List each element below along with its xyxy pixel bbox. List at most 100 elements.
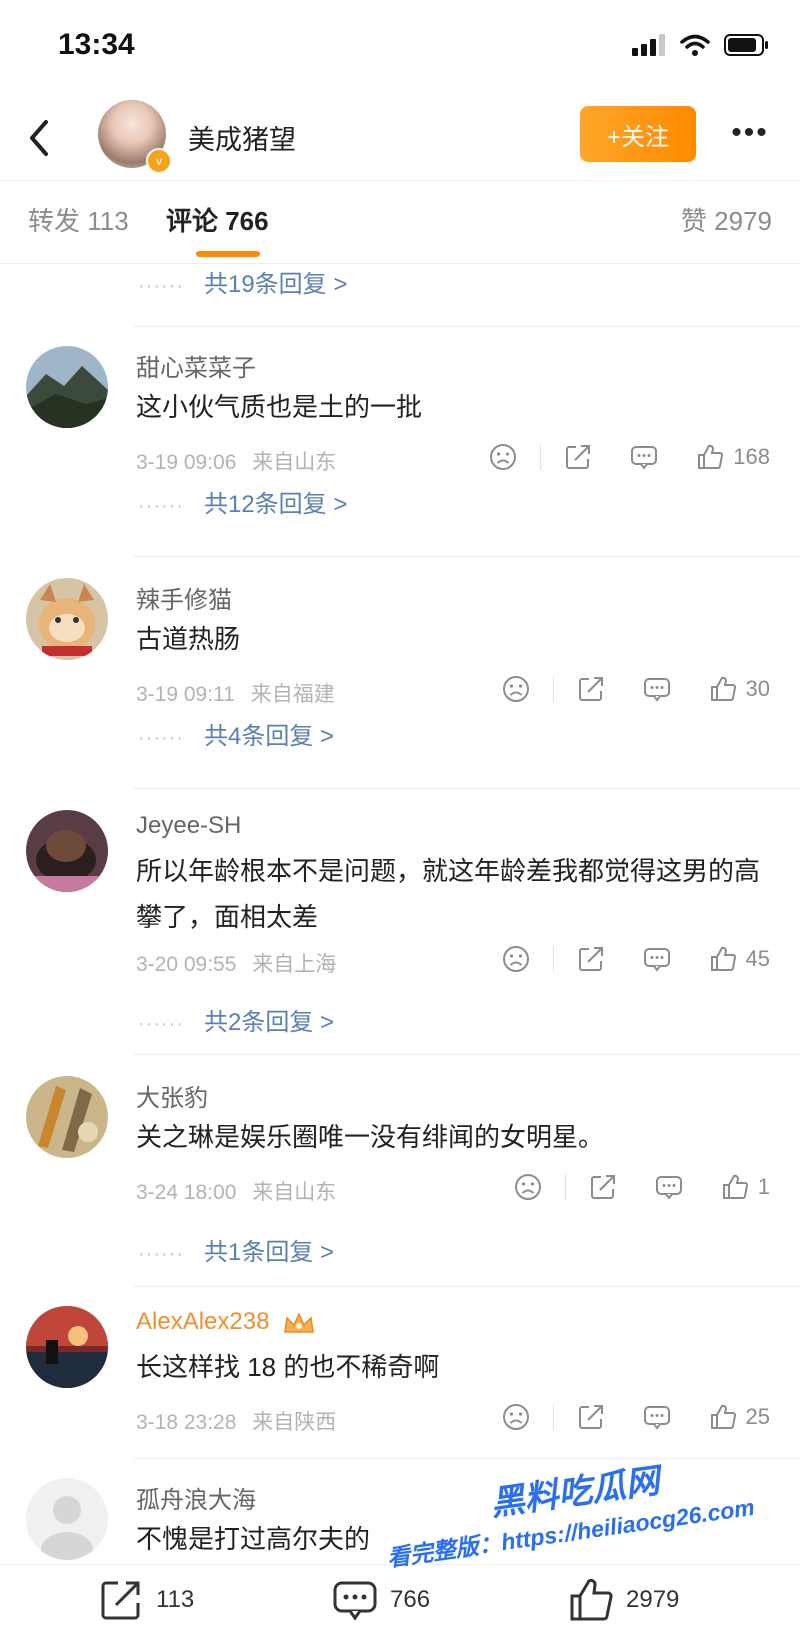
avatar[interactable]: [26, 346, 108, 428]
divider: [134, 1286, 800, 1287]
back-button[interactable]: [18, 112, 62, 164]
divider: [134, 326, 800, 327]
view-replies-link[interactable]: ······ 共2条回复 >: [138, 1002, 334, 1037]
dots-icon: ······: [138, 275, 184, 297]
comment-author[interactable]: 辣手修猫: [136, 580, 232, 615]
like-count: 30: [745, 676, 770, 701]
dislike-face-icon[interactable]: [501, 944, 531, 974]
dislike-face-icon[interactable]: [488, 442, 518, 472]
status-bar: 13:34: [0, 0, 800, 96]
dislike-face-icon[interactable]: [513, 1172, 543, 1202]
comment-button[interactable]: 766: [330, 1575, 430, 1625]
avatar[interactable]: [26, 1076, 108, 1158]
separator: [552, 676, 554, 702]
comment-time: 3-19 09:06: [136, 451, 237, 474]
back-arrow-icon: [30, 120, 48, 156]
view-replies-link[interactable]: ······ 共12条回复 >: [138, 484, 347, 519]
share-icon[interactable]: [588, 1172, 618, 1202]
comment-author[interactable]: Jeyee-SH: [136, 812, 241, 840]
watermark-title: 黑料吃瓜网: [488, 1461, 662, 1524]
comment-meta: 3-19 09:11 来自福建: [136, 678, 335, 708]
comment-text: 不愧是打过高尔夫的: [136, 1524, 371, 1554]
divider: [134, 556, 800, 557]
thumb-up-icon[interactable]: [708, 674, 738, 704]
like-button[interactable]: 2979: [566, 1575, 679, 1625]
comment-time: 3-18 23:28: [136, 1411, 237, 1434]
share-icon[interactable]: [563, 442, 593, 472]
wifi-icon: [680, 34, 710, 56]
avatar[interactable]: [26, 810, 108, 892]
comment-text: 所以年龄根本不是问题，就这年龄差我都觉得这男的高攀了，面相太差: [136, 856, 761, 932]
tab-reposts[interactable]: 转发 113: [28, 201, 129, 238]
comment-author[interactable]: AlexAlex238: [136, 1308, 316, 1336]
comment-icon[interactable]: [642, 1402, 672, 1432]
comment-actions: 45: [501, 944, 770, 974]
comment-location: 来自陕西: [252, 1411, 337, 1434]
divider: [134, 1458, 800, 1459]
dislike-face-icon[interactable]: [501, 1402, 531, 1432]
comment-icon[interactable]: [642, 674, 672, 704]
status-time: 13:34: [58, 28, 135, 61]
thumb-up-icon[interactable]: [720, 1172, 750, 1202]
comment-actions: 25: [501, 1402, 770, 1432]
comment-actions: 168: [488, 442, 770, 472]
comment-author[interactable]: 大张豹: [136, 1078, 208, 1113]
view-replies-link[interactable]: ······ 共4条回复 >: [138, 716, 334, 751]
comment-location: 来自上海: [252, 953, 337, 976]
repost-button[interactable]: 113: [96, 1575, 194, 1625]
like-count: 2979: [626, 1586, 680, 1613]
dislike-face-icon[interactable]: [501, 674, 531, 704]
divider: [134, 1054, 800, 1055]
comment-location: 来自山东: [252, 451, 337, 474]
active-tab-indicator: [196, 251, 260, 257]
more-icon[interactable]: •••: [724, 116, 776, 152]
like-count: 168: [733, 444, 770, 469]
status-icons: [632, 34, 770, 56]
comment-time: 3-20 09:55: [136, 953, 237, 976]
comment-icon[interactable]: [654, 1172, 684, 1202]
dots-icon: ······: [138, 727, 184, 749]
share-icon: [101, 1581, 140, 1620]
like-count: 1: [757, 1174, 770, 1199]
comment-icon: [333, 1581, 377, 1621]
share-icon[interactable]: [576, 674, 606, 704]
battery-icon: [724, 34, 768, 56]
comment-icon[interactable]: [629, 442, 659, 472]
view-replies-link[interactable]: ······ 共19条回复 >: [138, 264, 347, 299]
tab-comments[interactable]: 评论 766: [166, 201, 269, 238]
view-replies-link[interactable]: ······ 共1条回复 >: [138, 1232, 334, 1267]
author-name[interactable]: 美成猪望: [188, 118, 296, 157]
avatar[interactable]: [26, 578, 108, 660]
comment-author[interactable]: 甜心菜菜子: [136, 348, 256, 383]
tab-likes[interactable]: 赞 2979: [681, 201, 772, 238]
comment-text: 这小伙气质也是土的一批: [136, 392, 423, 422]
tab-bar: 转发 113 评论 766 赞 2979: [0, 180, 800, 264]
comment-meta: 3-24 18:00 来自山东: [136, 1176, 336, 1206]
thumb-up-icon[interactable]: [708, 1402, 738, 1432]
like-count: 25: [745, 1404, 770, 1429]
thumb-up-icon: [570, 1578, 613, 1621]
comment-actions: 1: [513, 1172, 770, 1202]
comment-text: 关之琳是娱乐圈唯一没有绯闻的女明星。: [136, 1122, 605, 1152]
share-icon[interactable]: [576, 1402, 606, 1432]
profile-header: v 美成猪望 +关注 •••: [0, 96, 800, 180]
comment-icon[interactable]: [642, 944, 672, 974]
comment-meta: 3-20 09:55 来自上海: [136, 948, 336, 978]
dots-icon: ······: [138, 1013, 184, 1035]
repost-count: 113: [156, 1586, 195, 1613]
comment-time: 3-19 09:11: [136, 683, 235, 706]
comment-author[interactable]: 孤舟浪大海: [136, 1480, 256, 1515]
avatar[interactable]: [26, 1306, 108, 1388]
comment-text: 古道热肠: [136, 624, 241, 654]
thumb-up-icon[interactable]: [695, 442, 725, 472]
comment-meta: 3-18 23:28 来自陕西: [136, 1406, 336, 1436]
share-icon[interactable]: [576, 944, 606, 974]
separator: [540, 444, 542, 470]
verified-icon: v: [146, 148, 172, 174]
like-count: 45: [745, 946, 770, 971]
avatar[interactable]: [26, 1478, 108, 1560]
follow-button[interactable]: +关注: [580, 106, 696, 162]
thumb-up-icon[interactable]: [708, 944, 738, 974]
dots-icon: ······: [138, 495, 184, 517]
divider: [134, 788, 800, 789]
